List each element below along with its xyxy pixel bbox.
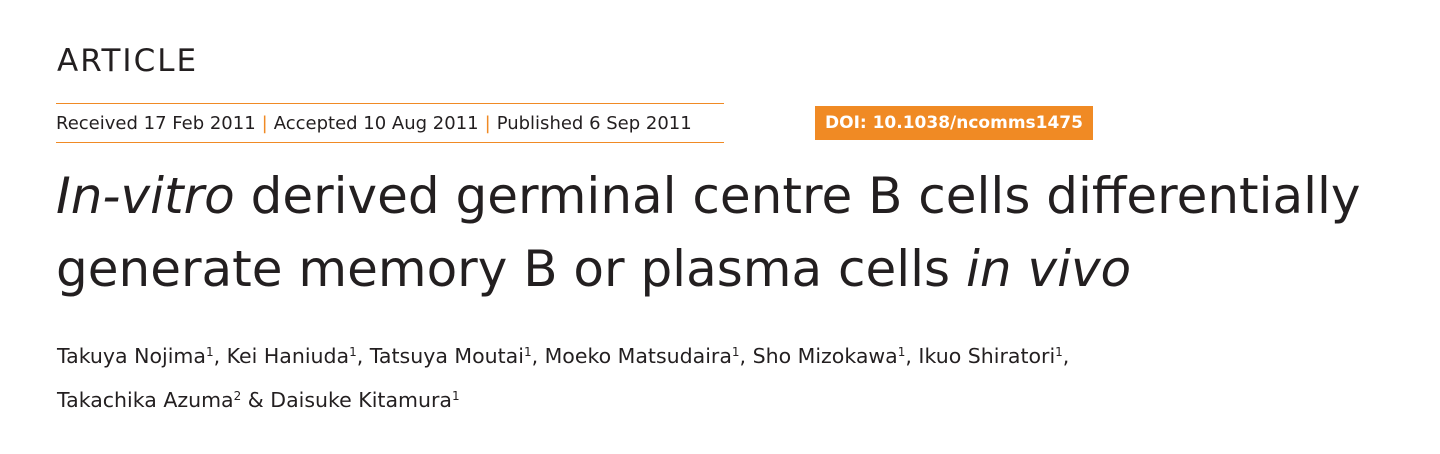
author-name: Daisuke Kitamura	[270, 388, 452, 412]
affiliation-mark: 1	[1055, 345, 1063, 359]
date-separator: |	[261, 112, 268, 134]
author-separator: ,	[213, 344, 227, 368]
publication-dates-bar: Received 17 Feb 2011 | Accepted 10 Aug 2…	[56, 103, 724, 143]
author[interactable]: Moeko Matsudaira1	[545, 344, 740, 368]
author[interactable]: Tatsuya Moutai1	[370, 344, 532, 368]
author-name: Ikuo Shiratori	[918, 344, 1056, 368]
author[interactable]: Takuya Nojima1	[57, 344, 214, 368]
affiliation-mark: 1	[205, 345, 214, 359]
affiliation-mark: 1	[349, 345, 357, 359]
author-separator: &	[241, 388, 271, 412]
author-separator: ,	[905, 344, 919, 368]
accepted-date: Accepted 10 Aug 2011	[273, 112, 479, 134]
author-name: Tatsuya Moutai	[369, 344, 524, 368]
author-name: Moeko Matsudaira	[544, 344, 732, 368]
author-separator: ,	[356, 344, 370, 368]
affiliation-mark: 1	[451, 389, 460, 403]
author[interactable]: Takachika Azuma2	[57, 388, 241, 412]
affiliation-mark: 1	[523, 345, 532, 359]
author-list: Takuya Nojima1, Kei Haniuda1, Tatsuya Mo…	[57, 334, 1417, 422]
author-name: Takachika Azuma	[57, 388, 234, 412]
published-date: Published 6 Sep 2011	[496, 112, 692, 134]
doi-badge[interactable]: DOI: 10.1038/ncomms1475	[815, 106, 1093, 140]
author[interactable]: Kei Haniuda1	[227, 344, 357, 368]
title-main: derived germinal centre B cells differen…	[56, 167, 1361, 298]
author-name: Kei Haniuda	[226, 344, 350, 368]
affiliation-mark: 1	[731, 345, 740, 359]
author-separator: ,	[1062, 344, 1070, 368]
author-name: Takuya Nojima	[57, 344, 206, 368]
title-italic-end: in vivo	[966, 240, 1132, 298]
author[interactable]: Ikuo Shiratori1	[918, 344, 1062, 368]
author-separator: ,	[739, 344, 753, 368]
author[interactable]: Daisuke Kitamura1	[270, 388, 459, 412]
author-separator: ,	[531, 344, 545, 368]
article-type-label: ARTICLE	[57, 43, 199, 79]
received-date: Received 17 Feb 2011	[56, 112, 256, 134]
title-italic-start: In-vitro	[56, 167, 235, 225]
date-separator: |	[484, 112, 491, 134]
author-name: Sho Mizokawa	[752, 344, 898, 368]
author[interactable]: Sho Mizokawa1	[753, 344, 906, 368]
article-title: In-vitro derived germinal centre B cells…	[56, 160, 1426, 306]
